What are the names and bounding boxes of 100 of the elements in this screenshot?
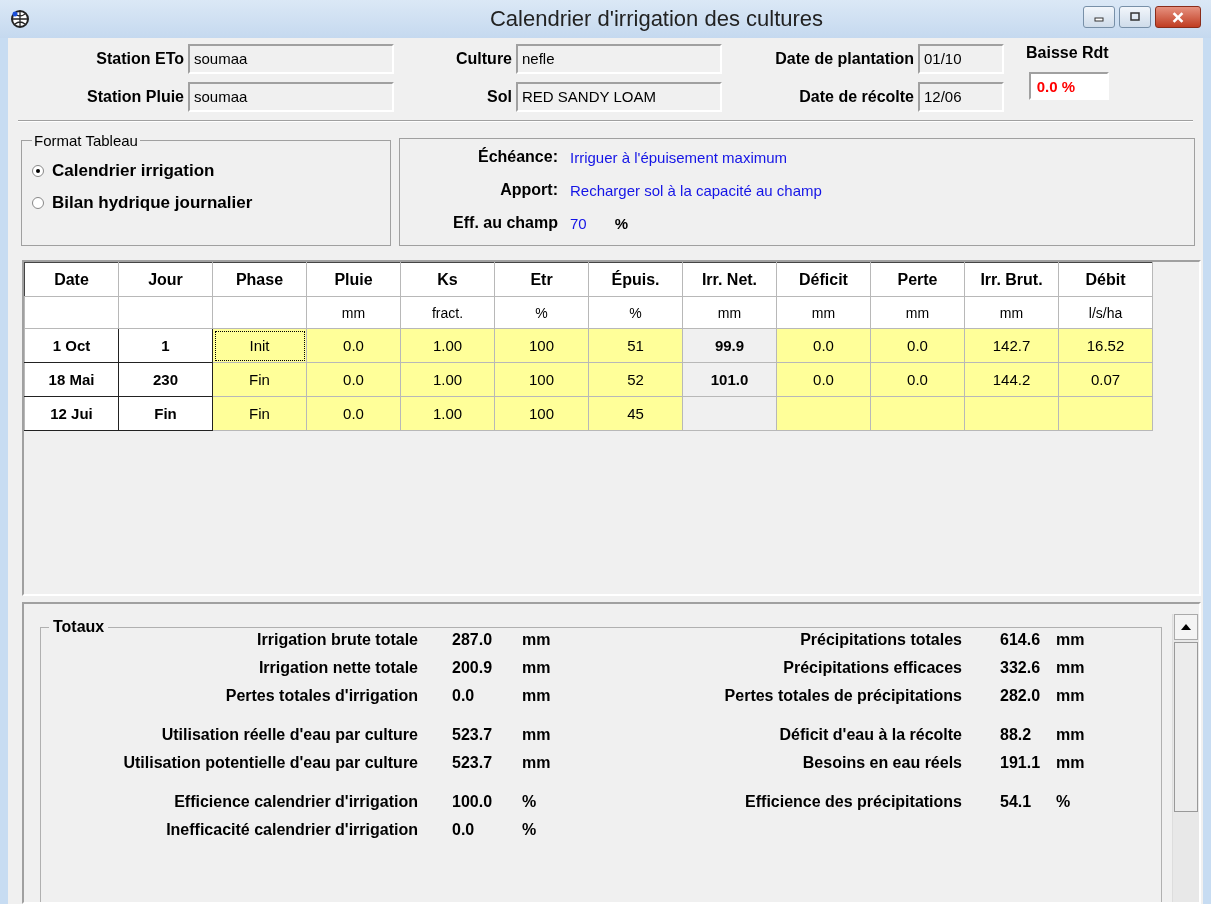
total-value: 614.6 xyxy=(1000,630,1042,649)
table-cell: 52 xyxy=(588,362,683,397)
group-title: Format Tableau xyxy=(33,132,139,149)
table-cell: Fin xyxy=(118,396,213,431)
total-label: Pertes totales de précipitations xyxy=(723,686,962,705)
total-value: 523.7 xyxy=(452,753,494,772)
unit-label: mm xyxy=(522,658,552,677)
total-value: 287.0 xyxy=(452,630,494,649)
column-header: Irr. Net. xyxy=(682,262,777,297)
total-label: Précipitations efficaces xyxy=(782,658,962,677)
table-cell: 0.0 xyxy=(776,362,871,397)
column-header: Irr. Brut. xyxy=(964,262,1059,297)
yield-drop-label: Baisse Rdt xyxy=(1026,44,1109,62)
unit-label: mm xyxy=(522,725,552,744)
total-value: 54.1 xyxy=(1000,792,1033,811)
table-cell: Fin xyxy=(212,362,307,397)
column-header: Etr xyxy=(494,262,589,297)
field-label: Culture xyxy=(455,50,513,68)
table-cell: 0.0 xyxy=(306,328,401,363)
unit-label: mm xyxy=(522,630,552,649)
total-label: Irrigation nette totale xyxy=(257,658,418,677)
setting-label: Eff. au champ xyxy=(452,214,558,232)
field-label: Station ETo xyxy=(95,50,185,68)
total-label: Besoins en eau réels xyxy=(801,753,962,772)
table-cell: 0.07 xyxy=(1058,362,1153,397)
unit-label: mm xyxy=(1056,658,1086,677)
field-label: Date de plantation xyxy=(774,50,915,68)
total-value: 0.0 xyxy=(452,686,476,705)
total-value: 282.0 xyxy=(1000,686,1042,705)
text-field[interactable]: 01/10 xyxy=(918,44,1004,74)
radio-icon[interactable] xyxy=(32,165,44,177)
unit-label: mm xyxy=(522,753,552,772)
total-label: Déficit d'eau à la récolte xyxy=(778,725,962,744)
unit-label: % xyxy=(1056,792,1072,811)
field-label: Sol xyxy=(486,88,513,106)
scroll-up-button[interactable] xyxy=(1174,614,1198,640)
setting-label: Échéance: xyxy=(476,148,558,166)
text-field[interactable]: soumaa xyxy=(188,82,394,112)
table-cell: 12 Jui xyxy=(24,396,119,431)
minimize-button[interactable] xyxy=(1083,6,1115,28)
globe-icon xyxy=(10,9,30,29)
setting-value: Recharger sol à la capacité au champ xyxy=(570,181,822,199)
column-header: Ks xyxy=(400,262,495,297)
total-label: Précipitations totales xyxy=(799,630,962,649)
unit-cell: mm xyxy=(964,296,1059,329)
table-cell: 0.0 xyxy=(870,328,965,363)
unit-cell: % xyxy=(494,296,589,329)
setting-value: 70 xyxy=(570,214,587,232)
unit-label: % xyxy=(614,214,629,232)
column-header: Débit xyxy=(1058,262,1153,297)
unit-label: mm xyxy=(1056,725,1086,744)
table-cell: 144.2 xyxy=(964,362,1059,397)
radio-icon[interactable] xyxy=(32,197,44,209)
table-cell: Fin xyxy=(212,396,307,431)
table-cell: 1.00 xyxy=(400,328,495,363)
unit-cell: l/s/ha xyxy=(1058,296,1153,329)
table-cell: 0.0 xyxy=(870,362,965,397)
table-cell: 1.00 xyxy=(400,362,495,397)
table-cell: 45 xyxy=(588,396,683,431)
table-cell: 0.0 xyxy=(306,362,401,397)
table-cell: 16.52 xyxy=(1058,328,1153,363)
unit-cell: fract. xyxy=(400,296,495,329)
group-title: Totaux xyxy=(52,618,106,636)
table-cell: 230 xyxy=(118,362,213,397)
text-field[interactable]: nefle xyxy=(516,44,722,74)
column-header: Épuis. xyxy=(588,262,683,297)
column-header: Phase xyxy=(212,262,307,297)
total-label: Irrigation brute totale xyxy=(256,630,418,649)
table-cell: 100 xyxy=(494,362,589,397)
up-arrow-icon xyxy=(1181,624,1191,630)
close-button[interactable] xyxy=(1155,6,1201,28)
window-title: Calendrier d'irrigation des cultures xyxy=(488,6,825,32)
unit-label: mm xyxy=(522,686,552,705)
table-cell: 0.0 xyxy=(776,328,871,363)
unit-label: mm xyxy=(1056,686,1086,705)
scrollbar[interactable] xyxy=(1172,614,1199,902)
maximize-icon xyxy=(1129,12,1141,22)
text-field[interactable]: RED SANDY LOAM xyxy=(516,82,722,112)
unit-cell: mm xyxy=(682,296,777,329)
total-label: Efficience calendrier d'irrigation xyxy=(173,792,418,811)
radio-option[interactable]: Calendrier irrigation xyxy=(32,155,380,187)
scroll-thumb[interactable] xyxy=(1174,642,1198,812)
total-value: 0.0 xyxy=(452,820,476,839)
radio-option[interactable]: Bilan hydrique journalier xyxy=(32,187,380,219)
total-label: Utilisation réelle d'eau par culture xyxy=(160,725,418,744)
yield-drop-field: 0.0 % xyxy=(1028,72,1109,100)
text-field[interactable]: 12/06 xyxy=(918,82,1004,112)
total-value: 191.1 xyxy=(1000,753,1042,772)
table-cell: 1 xyxy=(118,328,213,363)
text-field[interactable]: soumaa xyxy=(188,44,394,74)
total-value: 523.7 xyxy=(452,725,494,744)
total-label: Inefficacité calendrier d'irrigation xyxy=(165,820,418,839)
field-label: Station Pluie xyxy=(86,88,185,106)
table-cell: 51 xyxy=(588,328,683,363)
unit-cell: % xyxy=(588,296,683,329)
column-header: Pluie xyxy=(306,262,401,297)
total-label: Pertes totales d'irrigation xyxy=(224,686,418,705)
maximize-button[interactable] xyxy=(1119,6,1151,28)
total-label: Utilisation potentielle d'eau par culture xyxy=(122,753,418,772)
table-cell: 101.0 xyxy=(682,362,777,397)
